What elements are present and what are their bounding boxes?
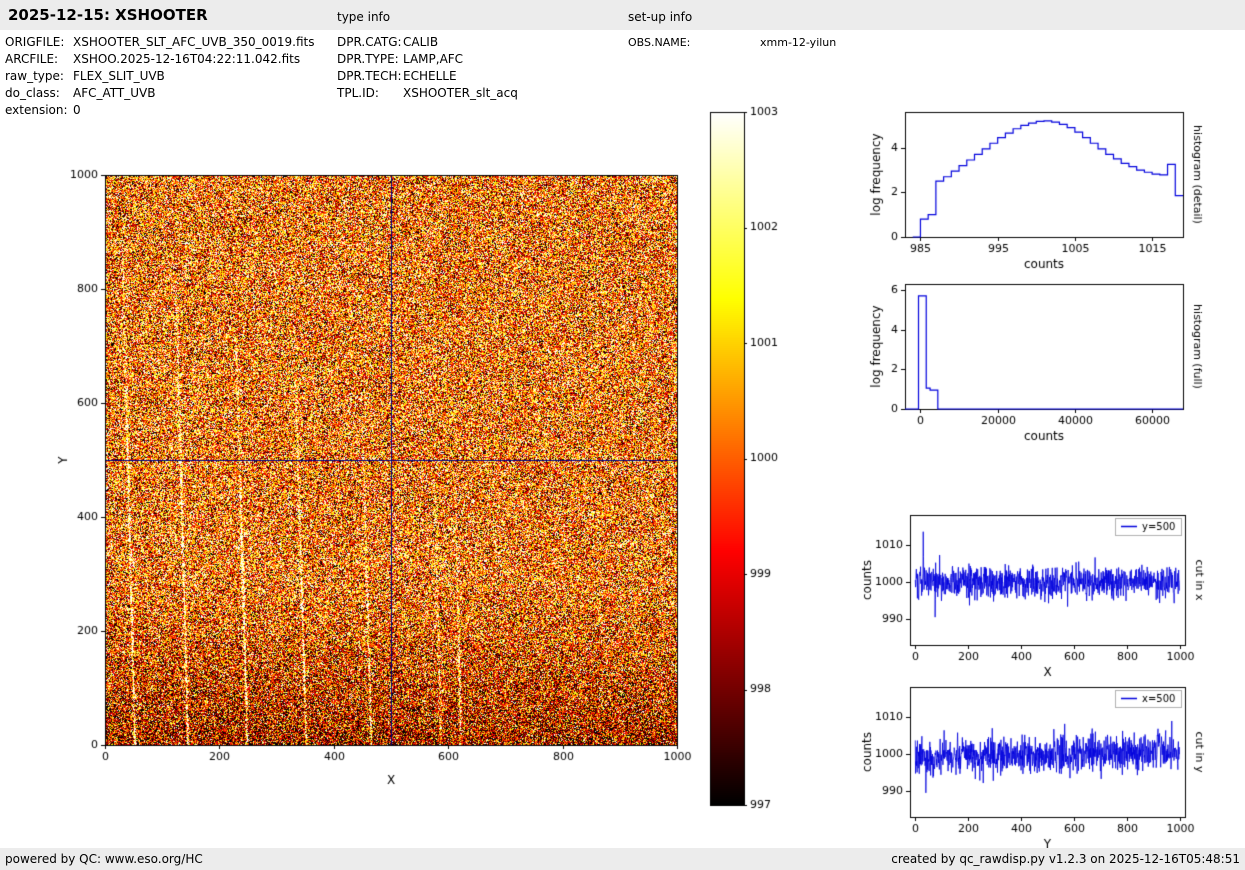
- metadata-value: xmm-12-yilun: [760, 34, 836, 51]
- metadata-label: TPL.ID:: [337, 85, 403, 102]
- metadata-column-setup-info: OBS.NAME:xmm-12-yilun: [628, 34, 836, 51]
- metadata-value: FLEX_SLIT_UVB: [73, 68, 165, 85]
- metadata-value: 0: [73, 102, 81, 119]
- setup-info-section-label: set-up info: [628, 10, 692, 24]
- type-info-section-label: type info: [337, 10, 390, 24]
- metadata-row: ORIGFILE:XSHOOTER_SLT_AFC_UVB_350_0019.f…: [5, 34, 314, 51]
- metadata-row: do_class:AFC_ATT_UVB: [5, 85, 314, 102]
- footer-bar: powered by QC: www.eso.org/HC created by…: [0, 848, 1245, 870]
- metadata-value: XSHOOTER_slt_acq: [403, 85, 518, 102]
- metadata-label: ARCFILE:: [5, 51, 73, 68]
- footer-right-text: created by qc_rawdisp.py v1.2.3 on 2025-…: [891, 852, 1240, 866]
- detector-image-plot: [40, 160, 700, 808]
- metadata-row: extension:0: [5, 102, 314, 119]
- metadata-label: raw_type:: [5, 68, 73, 85]
- metadata-value: ECHELLE: [403, 68, 457, 85]
- metadata-row: OBS.NAME:xmm-12-yilun: [628, 34, 836, 51]
- metadata-row: raw_type:FLEX_SLIT_UVB: [5, 68, 314, 85]
- metadata-row: DPR.TECH:ECHELLE: [337, 68, 518, 85]
- metadata-label: do_class:: [5, 85, 73, 102]
- histogram-full-plot: [855, 267, 1245, 457]
- metadata-value: XSHOO.2025-12-16T04:22:11.042.fits: [73, 51, 300, 68]
- colorbar: [700, 100, 795, 820]
- histogram-detail-plot: [855, 95, 1245, 285]
- metadata-row: TPL.ID:XSHOOTER_slt_acq: [337, 85, 518, 102]
- footer-left-text: powered by QC: www.eso.org/HC: [5, 852, 203, 866]
- metadata-value: CALIB: [403, 34, 438, 51]
- metadata-row: DPR.CATG:CALIB: [337, 34, 518, 51]
- metadata-label: ORIGFILE:: [5, 34, 73, 51]
- metadata-label: DPR.TECH:: [337, 68, 403, 85]
- metadata-row: DPR.TYPE:LAMP,AFC: [337, 51, 518, 68]
- qc-report-page: { "header": { "title": "2025-12-15: XSHO…: [0, 0, 1245, 870]
- metadata-column-type-info: DPR.CATG:CALIBDPR.TYPE:LAMP,AFCDPR.TECH:…: [337, 34, 518, 102]
- metadata-row: ARCFILE:XSHOO.2025-12-16T04:22:11.042.fi…: [5, 51, 314, 68]
- metadata-column-files: ORIGFILE:XSHOOTER_SLT_AFC_UVB_350_0019.f…: [5, 34, 314, 119]
- metadata-label: extension:: [5, 102, 73, 119]
- metadata-label: OBS.NAME:: [628, 34, 760, 51]
- metadata-value: LAMP,AFC: [403, 51, 463, 68]
- page-title: 2025-12-15: XSHOOTER: [8, 6, 208, 24]
- metadata-value: AFC_ATT_UVB: [73, 85, 155, 102]
- metadata-value: XSHOOTER_SLT_AFC_UVB_350_0019.fits: [73, 34, 314, 51]
- cut-in-y-plot: [855, 670, 1245, 865]
- metadata-label: DPR.CATG:: [337, 34, 403, 51]
- cut-in-x-plot: [855, 498, 1245, 693]
- metadata-label: DPR.TYPE:: [337, 51, 403, 68]
